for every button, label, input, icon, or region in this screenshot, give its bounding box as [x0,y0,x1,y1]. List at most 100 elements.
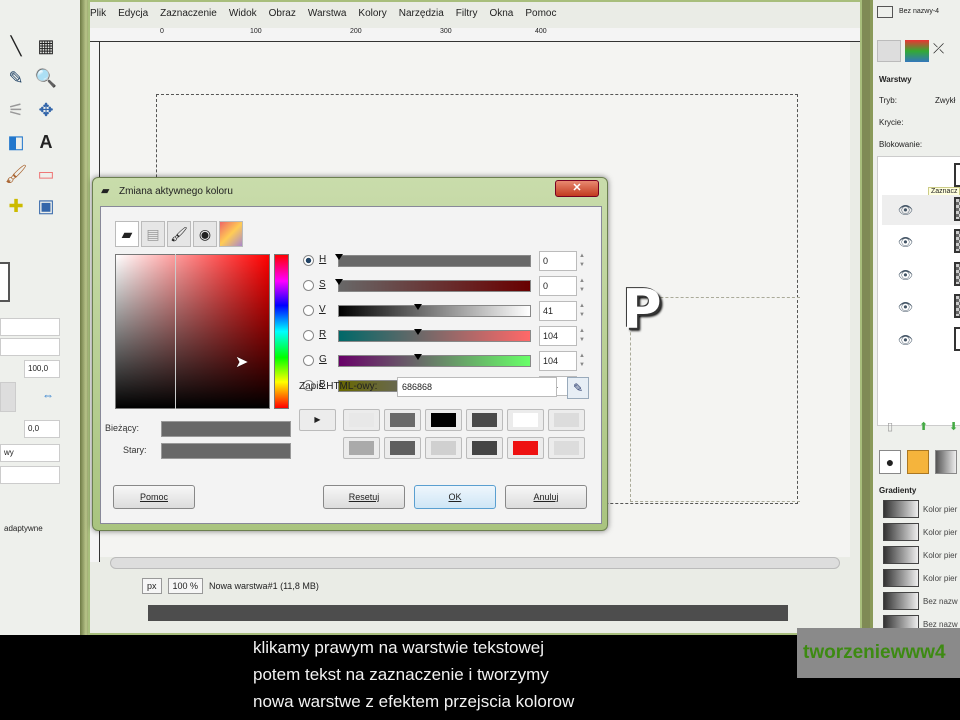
gradient-preview[interactable] [883,500,919,518]
tab-paths-icon[interactable]: ⤫ [933,40,957,62]
wheel-tab-icon[interactable]: ◉ [193,221,217,247]
eye-icon[interactable]: 👁 [898,333,913,347]
brush-tab-icon[interactable]: ● [879,450,901,474]
spin-arrows-icon[interactable]: ▲▼ [579,327,585,345]
menu-filters[interactable]: Filtry [456,8,478,26]
add-history-button[interactable]: ▶ [299,409,336,431]
reset-button[interactable]: Resetuj [323,485,405,509]
spin-arrows-icon[interactable]: ▲▼ [579,252,585,270]
slider-marker[interactable] [335,279,343,285]
eye-icon[interactable]: 👁 [898,235,913,249]
lower-layer-icon[interactable]: ⬇ [949,420,958,433]
zoom-select[interactable]: 100 % [167,578,204,594]
history-swatch[interactable] [425,409,462,431]
unit-select[interactable]: px [142,578,162,594]
hex-input[interactable]: 686868 [397,377,557,397]
menu-windows[interactable]: Okna [489,8,513,26]
heal-tool-icon[interactable]: ✚ [4,194,28,218]
layer-item[interactable]: 👁 [882,325,960,355]
channel-slider[interactable] [338,354,531,367]
gradient-name[interactable]: Bez nazw [923,597,958,606]
zoom-tool-icon[interactable]: 🔍 [34,66,58,90]
layer-item[interactable]: 👁 [882,260,960,290]
tab-layers-icon[interactable] [905,40,929,62]
layer-item[interactable]: 👁 [882,195,960,225]
saturation-value-area[interactable] [115,254,270,409]
menu-tools[interactable]: Narzędzia [399,8,444,26]
channel-radio[interactable] [303,355,314,366]
history-swatch[interactable] [548,437,585,459]
watercolor-tab-icon[interactable]: 🖌 [167,221,191,247]
gradient-preview[interactable] [883,569,919,587]
paintbrush-tool-icon[interactable]: 🖌 [4,162,28,186]
palette-tab-icon[interactable] [219,221,243,247]
ok-button[interactable]: OK [414,485,496,509]
eye-icon[interactable]: 👁 [898,268,913,282]
mode-select[interactable]: Zwykł [935,96,955,105]
history-swatch[interactable] [548,409,585,431]
channel-value[interactable]: 0 [539,251,577,271]
menu-colors[interactable]: Kolory [358,8,386,26]
slider-marker[interactable] [335,254,343,260]
channel-value[interactable]: 41 [539,301,577,321]
color-picker-tool-icon[interactable]: ✎ [4,66,28,90]
horizontal-scrollbar[interactable] [110,557,840,569]
channel-value[interactable]: 104 [539,326,577,346]
history-swatch[interactable] [466,409,503,431]
clone-tool-icon[interactable]: ▣ [34,194,58,218]
channel-slider[interactable] [338,329,531,342]
tool-options-field[interactable] [0,318,60,336]
brush-preview[interactable] [0,382,16,412]
cancel-button[interactable]: Anuluj [505,485,587,509]
gradient-name[interactable]: Kolor pier [923,505,957,514]
history-swatch[interactable] [343,437,380,459]
channel-radio[interactable] [303,280,314,291]
raise-layer-icon[interactable]: ⬆ [919,420,928,433]
menu-layer[interactable]: Warstwa [308,8,347,26]
channel-radio[interactable] [303,330,314,341]
spin-arrows-icon[interactable]: ▲▼ [579,277,585,295]
link-icon[interactable]: ⇔ [42,388,54,402]
slider-marker[interactable] [414,354,423,360]
tab-channels-icon[interactable] [877,40,901,62]
history-swatch[interactable] [466,437,503,459]
menu-select[interactable]: Zaznaczenie [160,8,217,26]
gradient-name[interactable]: Kolor pier [923,528,957,537]
channel-value[interactable]: 0 [539,276,577,296]
menu-help[interactable]: Pomoc [525,8,556,26]
menu-file[interactable]: Plik [90,8,106,26]
channel-slider[interactable] [338,304,531,317]
channel-radio[interactable] [303,305,314,316]
brush-select[interactable] [0,338,60,356]
slider-marker[interactable] [414,304,423,310]
move-tool-icon[interactable]: ✥ [34,98,58,122]
align-tool-icon[interactable]: ◧ [4,130,28,154]
gradient-select[interactable] [0,466,60,484]
eye-icon[interactable]: 👁 [898,300,913,314]
channel-value[interactable]: 104 [539,351,577,371]
spin-arrows-icon[interactable]: ▲▼ [579,302,585,320]
spin-arrows-icon[interactable]: ▲▼ [579,352,585,370]
path-tool-icon[interactable]: ╲ [4,34,28,58]
gradient-name[interactable]: Kolor pier [923,574,957,583]
channel-slider[interactable] [335,254,531,267]
opacity-value[interactable]: 100,0 [24,360,60,378]
gradient-preview[interactable] [883,546,919,564]
new-layer-icon[interactable]: ▯ [887,420,893,433]
hue-strip[interactable] [274,254,289,409]
layer-item[interactable]: 👁 [882,227,960,257]
history-swatch[interactable] [343,409,380,431]
scale-value[interactable]: 0,0 [24,420,60,438]
eraser-tool-icon[interactable]: ▭ [34,162,58,186]
channel-slider[interactable] [335,279,531,292]
help-button[interactable]: Pomoc [113,485,195,509]
history-swatch[interactable] [507,409,544,431]
mode-select[interactable]: wy [0,444,60,462]
measure-tool-icon[interactable]: ⚟ [4,98,28,122]
text-tool-icon[interactable]: A [34,130,58,154]
fg-select-tool-icon[interactable]: ▦ [34,34,58,58]
menu-view[interactable]: Widok [229,8,257,26]
menu-edit[interactable]: Edycja [118,8,148,26]
history-swatch[interactable] [425,437,462,459]
history-swatch[interactable] [384,437,421,459]
